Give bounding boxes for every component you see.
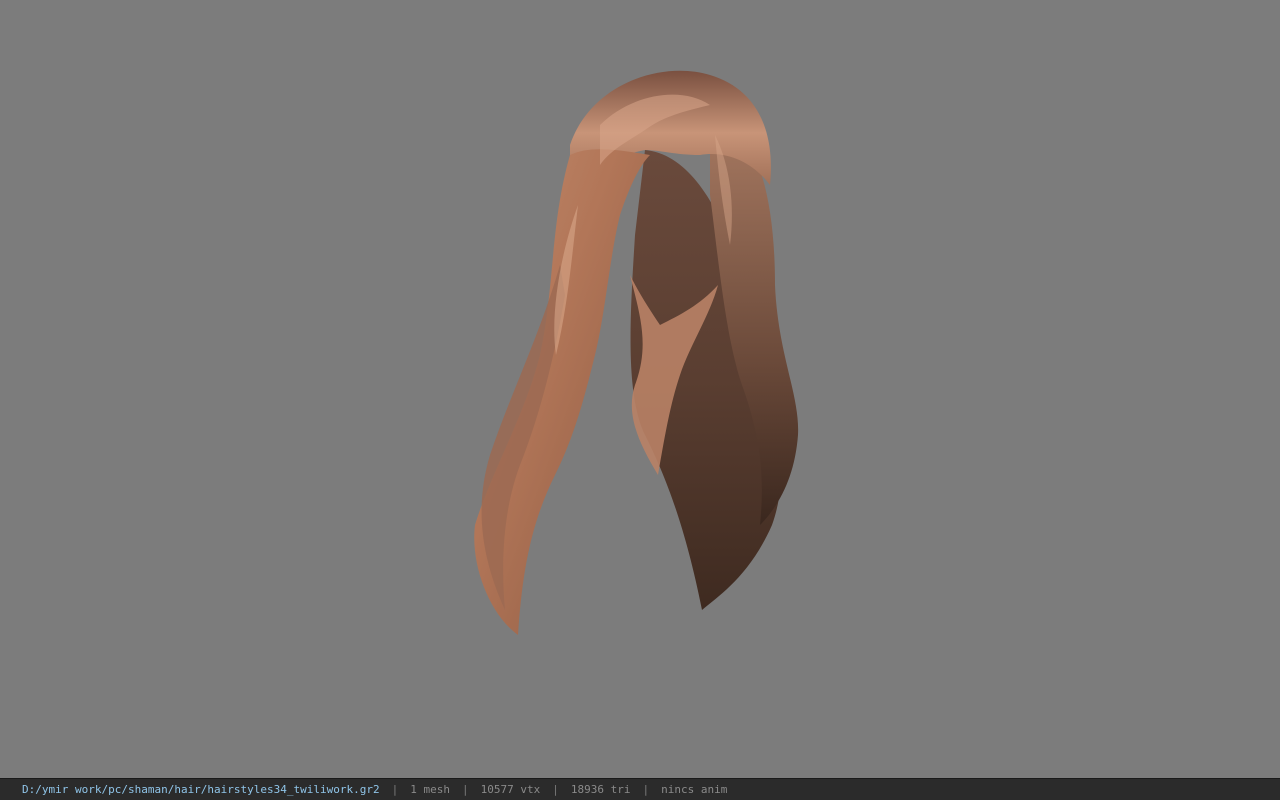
3d-viewport[interactable] xyxy=(0,0,1280,778)
separator: | xyxy=(642,783,650,796)
status-bar: D:/ymir work/pc/shaman/hair/hairstyles34… xyxy=(0,778,1280,800)
separator: | xyxy=(552,783,559,796)
triangle-count-label: 18936 tri xyxy=(570,783,631,796)
vertex-count-label: 10577 vtx xyxy=(480,783,541,796)
mesh-count-label: 1 mesh xyxy=(410,783,450,796)
hair-mesh-model[interactable] xyxy=(460,55,820,645)
separator: | xyxy=(391,783,399,796)
file-path-label: D:/ymir work/pc/shaman/hair/hairstyles34… xyxy=(22,783,380,796)
animation-status-label: nincs anim xyxy=(661,783,728,796)
separator: | xyxy=(462,783,469,796)
